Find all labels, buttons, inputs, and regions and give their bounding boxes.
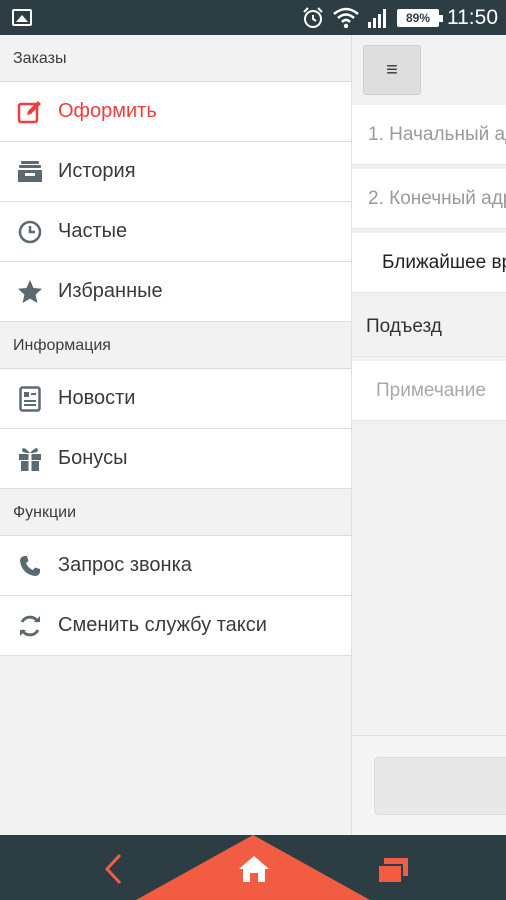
drawer-item-favorites[interactable]: Избранные xyxy=(0,262,351,322)
section-header-info: Информация xyxy=(0,322,351,369)
entrance-field[interactable]: Подъезд xyxy=(352,297,506,357)
clock-icon xyxy=(16,218,44,246)
drawer-item-label: Новости xyxy=(58,387,136,409)
order-form: ≡ 1. Начальный адрес 2. Конечный адрес Б… xyxy=(352,35,506,835)
end-address-field[interactable]: 2. Конечный адрес xyxy=(352,169,506,229)
image-notification-icon xyxy=(12,9,32,26)
navigation-drawer: Заказы Оформить История Частые Избранные… xyxy=(0,35,352,835)
refresh-icon xyxy=(16,612,44,640)
phone-icon xyxy=(16,552,44,580)
note-field[interactable]: Примечание xyxy=(352,361,506,421)
drawer-item-label: Запрос звонка xyxy=(58,554,192,576)
section-header-orders: Заказы xyxy=(0,35,351,82)
status-bar-right: 89% 11:50 xyxy=(301,0,498,35)
battery-level: 89% xyxy=(405,10,431,25)
alarm-icon xyxy=(303,6,323,28)
wifi-icon xyxy=(333,7,359,28)
news-icon xyxy=(16,385,44,413)
menu-button[interactable]: ≡ xyxy=(363,45,421,95)
section-header-functions: Функции xyxy=(0,489,351,536)
edit-icon xyxy=(16,98,44,126)
drawer-item-call-request[interactable]: Запрос звонка xyxy=(0,536,351,596)
drawer-item-create-order[interactable]: Оформить xyxy=(0,82,351,142)
archive-icon xyxy=(16,158,44,186)
drawer-item-change-service[interactable]: Сменить службу такси xyxy=(0,596,351,656)
drawer-item-bonuses[interactable]: Бонусы xyxy=(0,429,351,489)
star-icon xyxy=(16,278,44,306)
drawer-item-news[interactable]: Новости xyxy=(0,369,351,429)
drawer-item-label: Частые xyxy=(58,220,128,242)
drawer-item-label: Сменить службу такси xyxy=(58,614,267,636)
start-address-field[interactable]: 1. Начальный адрес xyxy=(352,105,506,165)
order-button[interactable] xyxy=(374,757,506,815)
drawer-item-label: Избранные xyxy=(58,280,163,302)
home-button[interactable] xyxy=(238,855,270,883)
drawer-item-label: Бонусы xyxy=(58,447,128,469)
status-bar: 89% 11:50 xyxy=(0,0,506,35)
back-button[interactable] xyxy=(102,853,126,885)
drawer-item-label: История xyxy=(58,160,136,182)
clock-time: 11:50 xyxy=(447,5,498,29)
drawer-item-history[interactable]: История xyxy=(0,142,351,202)
signal-icon xyxy=(368,8,386,28)
menu-icon: ≡ xyxy=(386,58,398,81)
battery-indicator: 89% xyxy=(397,8,443,27)
time-selector[interactable]: Ближайшее время xyxy=(352,233,506,293)
system-navigation-bar xyxy=(0,835,506,900)
gift-icon xyxy=(16,445,44,473)
drawer-item-label: Оформить xyxy=(58,100,157,122)
recent-apps-button[interactable] xyxy=(376,857,410,885)
drawer-item-frequent[interactable]: Частые xyxy=(0,202,351,262)
